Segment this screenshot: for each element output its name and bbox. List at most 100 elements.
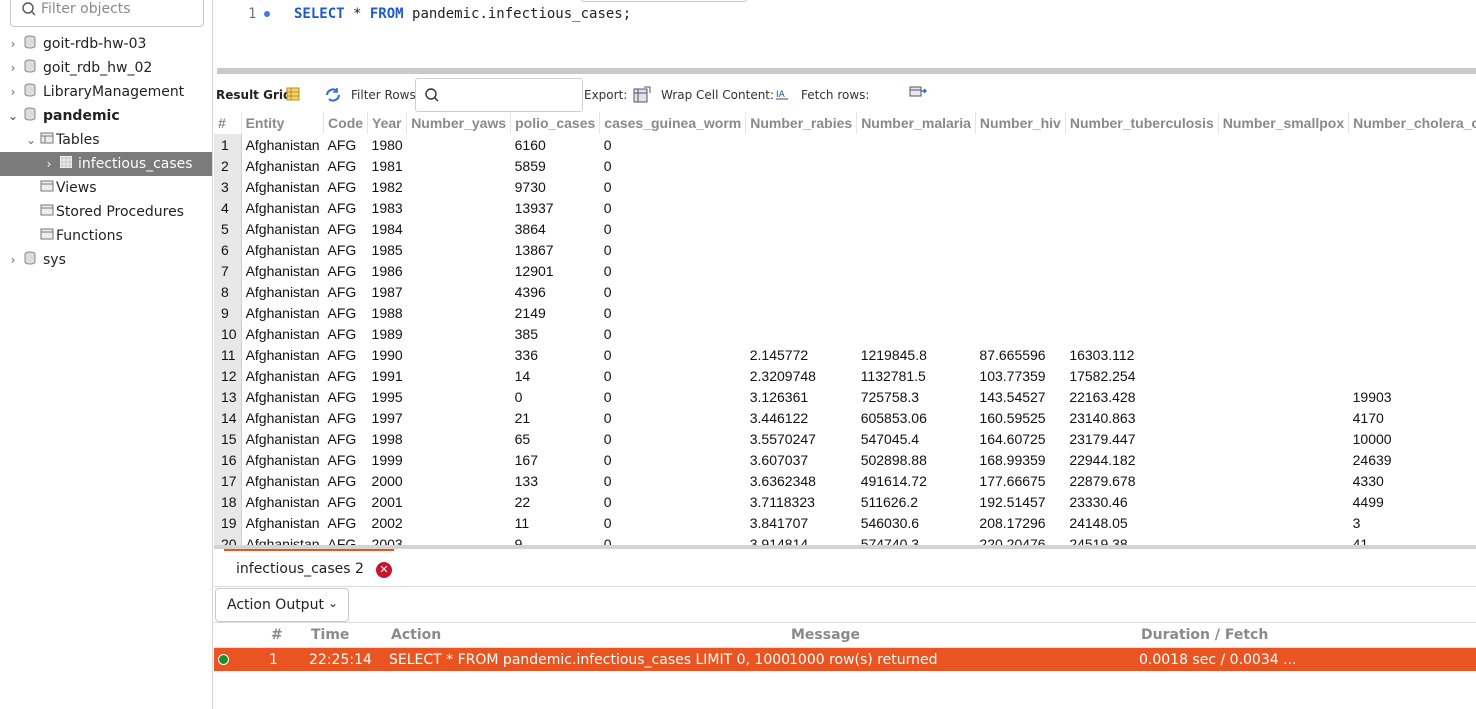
table-cell[interactable]: 3.7118323 [746,491,857,512]
editor-top-control[interactable] [580,0,748,2]
table-cell[interactable]: AFG [324,428,368,449]
table-cell[interactable]: 1985 [368,239,407,260]
table-cell[interactable]: 19903 [1349,386,1476,407]
table-cell[interactable]: 177.66675 [975,470,1065,491]
table-cell[interactable] [407,239,511,260]
table-cell[interactable]: 547045.4 [857,428,976,449]
fetch-next-icon[interactable] [909,85,927,102]
table-cell[interactable] [746,134,857,155]
table-row[interactable]: 15 Afghanistan AFG 1998 65 0 3.5570247 547045.4… [214,428,1476,449]
table-cell[interactable]: AFG [324,344,368,365]
table-cell[interactable]: 87.665596 [975,344,1065,365]
table-cell[interactable] [857,176,976,197]
tree-item-infectious-cases[interactable]: › infectious_cases [0,152,212,176]
table-cell[interactable]: 160.59525 [975,407,1065,428]
table-cell[interactable] [857,155,976,176]
table-cell[interactable] [407,218,511,239]
table-cell[interactable]: 0 [600,176,746,197]
close-icon[interactable]: ✕ [376,562,392,578]
table-row[interactable]: 5 Afghanistan AFG 1984 3864 0 [214,218,1476,239]
filter-rows-input[interactable] [415,78,583,112]
table-row[interactable]: 18 Afghanistan AFG 2001 22 0 3.7118323 511626.2… [214,491,1476,512]
table-cell[interactable]: 2.3209748 [746,365,857,386]
table-cell[interactable] [975,302,1065,323]
table-cell[interactable] [407,302,511,323]
table-cell[interactable] [407,386,511,407]
table-cell[interactable]: 2.145772 [746,344,857,365]
table-cell[interactable]: Afghanistan [241,449,323,470]
table-cell[interactable]: 491614.72 [857,470,976,491]
table-cell[interactable]: Afghanistan [241,365,323,386]
table-cell[interactable]: Afghanistan [241,239,323,260]
table-cell[interactable]: 1998 [368,428,407,449]
table-cell[interactable] [407,344,511,365]
table-cell[interactable]: 23179.447 [1065,428,1218,449]
table-cell[interactable] [1349,302,1476,323]
table-cell[interactable] [975,281,1065,302]
table-cell[interactable] [407,176,511,197]
table-cell[interactable]: 1981 [368,155,407,176]
table-cell[interactable]: Afghanistan [241,176,323,197]
table-cell[interactable] [1218,176,1348,197]
table-cell[interactable] [746,302,857,323]
column-header[interactable]: # [214,112,242,134]
table-cell[interactable]: Afghanistan [241,218,323,239]
table-cell[interactable]: 546030.6 [857,512,976,533]
table-cell[interactable]: Afghanistan [241,281,323,302]
column-header[interactable]: Number_hiv [975,112,1066,134]
export-icon[interactable] [633,86,651,107]
table-cell[interactable]: AFG [324,239,368,260]
table-row[interactable]: 13 Afghanistan AFG 1995 0 0 3.126361 725758.3 14… [214,386,1476,407]
column-header[interactable]: cases_guinea_worm [599,112,747,134]
table-cell[interactable] [407,407,511,428]
table-cell[interactable]: 0 [600,365,746,386]
table-cell[interactable]: 0 [600,239,746,260]
table-cell[interactable] [1065,260,1218,281]
table-cell[interactable]: Afghanistan [241,428,323,449]
table-cell[interactable] [1065,155,1218,176]
table-cell[interactable] [975,260,1065,281]
table-cell[interactable] [857,281,976,302]
table-cell[interactable] [857,302,976,323]
table-cell[interactable]: 22944.182 [1065,449,1218,470]
table-cell[interactable] [407,281,511,302]
table-cell[interactable] [1349,323,1476,344]
table-cell[interactable] [975,218,1065,239]
table-cell[interactable] [1349,155,1476,176]
column-header[interactable]: Entity [241,112,325,134]
table-cell[interactable]: 11 [511,512,600,533]
table-cell[interactable] [1218,470,1348,491]
row-number[interactable]: 3 [214,176,242,197]
table-cell[interactable]: 1990 [368,344,407,365]
table-cell[interactable] [746,176,857,197]
table-row[interactable]: 1 Afghanistan AFG 1980 6160 0 [214,134,1476,155]
table-cell[interactable]: Afghanistan [241,344,323,365]
table-cell[interactable]: 5859 [511,155,600,176]
table-cell[interactable]: AFG [324,365,368,386]
table-cell[interactable]: 103.77359 [975,365,1065,386]
table-cell[interactable]: 0 [600,197,746,218]
table-cell[interactable]: AFG [324,197,368,218]
table-cell[interactable] [1349,134,1476,155]
table-cell[interactable]: 24639 [1349,449,1476,470]
table-cell[interactable]: 0 [600,134,746,155]
row-number[interactable]: 12 [214,365,242,386]
table-cell[interactable]: 385 [511,323,600,344]
column-header[interactable]: Number_tuberculosis [1065,112,1219,134]
table-cell[interactable] [1218,134,1348,155]
schema-item-pandemic[interactable]: ⌄ pandemic [0,104,212,128]
table-cell[interactable]: 3.5570247 [746,428,857,449]
table-cell[interactable]: 1983 [368,197,407,218]
table-cell[interactable] [975,323,1065,344]
table-cell[interactable] [975,134,1065,155]
table-cell[interactable] [1349,260,1476,281]
table-cell[interactable]: 164.60725 [975,428,1065,449]
table-cell[interactable] [407,449,511,470]
table-row[interactable]: 3 Afghanistan AFG 1982 9730 0 [214,176,1476,197]
table-cell[interactable]: 133 [511,470,600,491]
column-header[interactable]: polio_cases [510,112,601,134]
table-cell[interactable]: AFG [324,491,368,512]
table-cell[interactable] [407,155,511,176]
table-cell[interactable] [746,323,857,344]
output-row[interactable]: 1 22:25:14 SELECT * FROM pandemic.infect… [214,648,1476,671]
